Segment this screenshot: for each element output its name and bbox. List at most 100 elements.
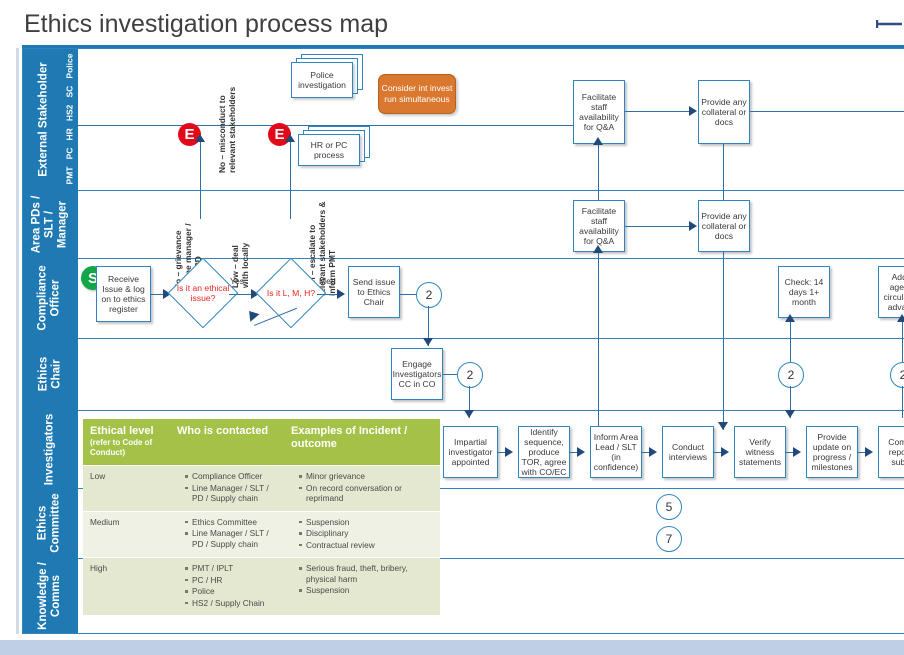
arrow-conn2b-down bbox=[464, 410, 474, 418]
connector-2-ethics-chair-label: 2 bbox=[466, 368, 474, 382]
facilitate-staff-mid-label: Facilitate staff availability for Q&A bbox=[579, 206, 619, 246]
ethical-level-table: Ethical level (refer to Code of Conduct)… bbox=[83, 419, 440, 615]
lane-body-external-stakeholder bbox=[78, 48, 904, 190]
check-14-days-node[interactable]: Check: 14 days 1+ month bbox=[778, 266, 830, 318]
lane-label-ethics-chair: Ethics Chair bbox=[22, 338, 78, 410]
cell-examples-high: Serious fraud, theft, bribery, physical … bbox=[284, 557, 440, 615]
sublabel-hs2: HS2 bbox=[64, 104, 75, 122]
add-to-agenda-label: Add to agenda circulate in advance bbox=[883, 272, 904, 312]
arrow-conduct-to-verify bbox=[721, 447, 729, 457]
connector-7-ethics-committee[interactable]: 7 bbox=[656, 526, 682, 552]
arrow-ident-to-inform bbox=[577, 447, 585, 457]
table-header-ethical-level-note: (refer to Code of Conduct) bbox=[90, 438, 153, 457]
escalate-marker-2-label: E bbox=[274, 126, 285, 143]
sublabel-pmt: PMT bbox=[64, 166, 75, 185]
table-header-examples: Examples of Incident / outcome bbox=[284, 419, 440, 466]
lane-label-compliance-officer: Compliance Officer bbox=[22, 258, 78, 338]
cell-level-low: Low bbox=[83, 465, 170, 511]
list-item: PMT / IPLT bbox=[185, 563, 279, 574]
sublabel-police: Police bbox=[64, 53, 75, 79]
line-top-in bbox=[78, 125, 573, 127]
impartial-investigator-node[interactable]: Impartial investigator appointed bbox=[443, 426, 498, 478]
list-item: Line Manager / SLT / PD / Supply chain bbox=[185, 483, 279, 504]
receive-issue-node[interactable]: Receive Issue & log on to ethics registe… bbox=[96, 266, 151, 322]
cell-contacted-medium: Ethics Committee Line Manager / SLT / PD… bbox=[170, 510, 284, 558]
lane-label-investigators: Investigators bbox=[22, 410, 78, 488]
arrow-conn2-check-down bbox=[785, 410, 795, 418]
line-prov-top-out bbox=[750, 111, 904, 113]
lane-label-knowledge-comms-text: Knowledge / Comms bbox=[37, 562, 63, 630]
arrow-conn2-to-engage bbox=[423, 338, 433, 346]
arrow-escalate-2 bbox=[285, 134, 295, 142]
line-fac-to-prov-mid bbox=[625, 226, 689, 228]
cell-contacted-low: Compliance Officer Line Manager / SLT / … bbox=[170, 465, 284, 511]
conduct-interviews-node[interactable]: Conduct interviews bbox=[662, 426, 714, 478]
lane-label-external-stakeholder-text: External Stakeholder bbox=[37, 61, 50, 177]
arrow-imp-to-ident bbox=[505, 447, 513, 457]
provide-update-node[interactable]: Provide update on progress / milestones bbox=[806, 426, 858, 478]
arrow-escalate-1 bbox=[195, 134, 205, 142]
cell-examples-low: Minor grievance On record conversation o… bbox=[284, 465, 440, 511]
list-item: HS2 / Supply Chain bbox=[185, 598, 279, 609]
table-header-who-contacted-text: Who is contacted bbox=[177, 425, 269, 437]
connector-2-check[interactable]: 2 bbox=[778, 362, 804, 388]
verify-witness-label: Verify witness statements bbox=[738, 437, 782, 467]
add-to-agenda-node[interactable]: Add to agenda circulate in advance bbox=[878, 266, 904, 318]
page-title: Ethics investigation process map bbox=[24, 10, 389, 38]
arrow-verify-to-update bbox=[793, 447, 801, 457]
line-fac-to-prov-top bbox=[625, 111, 689, 113]
connector-2-compliance-label: 2 bbox=[425, 288, 433, 302]
check-14-days-label: Check: 14 days 1+ month bbox=[784, 277, 824, 307]
line-conn2-check-up bbox=[790, 318, 792, 362]
lane-label-investigators-text: Investigators bbox=[43, 413, 56, 485]
consider-int-invest-callout[interactable]: Consider int invest run simultaneous bbox=[378, 74, 456, 114]
cell-level-medium: Medium bbox=[83, 510, 170, 558]
connector-2-agenda-label: 2 bbox=[899, 368, 904, 382]
line-riser-facilitate bbox=[598, 252, 600, 430]
arrow-lmh-to-send bbox=[337, 289, 345, 299]
lane-body-area: Police investigation Consider int invest… bbox=[78, 48, 904, 634]
facilitate-staff-top-node[interactable]: Facilitate staff availability for Q&A bbox=[573, 80, 625, 144]
line-prov-mid-down bbox=[723, 252, 725, 430]
identify-sequence-node[interactable]: Identify sequence, produce TOR, agree wi… bbox=[518, 426, 570, 478]
table-row-low: Low Compliance Officer Line Manager / SL… bbox=[83, 465, 440, 511]
hr-or-pc-process-doc[interactable]: HR or PC process bbox=[298, 126, 370, 168]
list-item: Disciplinary bbox=[299, 528, 435, 539]
provide-collateral-top-label: Provide any collateral or docs bbox=[701, 97, 747, 127]
inform-area-lead-node[interactable]: Inform Area Lead / SLT (in confidence) bbox=[590, 426, 642, 478]
provide-collateral-mid-node[interactable]: Provide any collateral or docs bbox=[698, 200, 750, 252]
lane-label-ethics-chair-text: Ethics Chair bbox=[36, 356, 62, 392]
line-conn2-agenda-up bbox=[902, 318, 904, 362]
provide-collateral-top-node[interactable]: Provide any collateral or docs bbox=[698, 80, 750, 144]
is-it-ethical-label: Is it an ethical issue? bbox=[176, 283, 230, 303]
engage-investigators-label: Engage Investigators CC in CO bbox=[392, 359, 442, 389]
cell-contacted-high: PMT / IPLT PC / HR Police HS2 / Supply C… bbox=[170, 557, 284, 615]
list-item: Compliance Officer bbox=[185, 471, 279, 482]
connector-2-compliance[interactable]: 2 bbox=[416, 282, 442, 308]
facilitate-staff-top-label: Facilitate staff availability for Q&A bbox=[579, 92, 619, 132]
table-header-who-contacted: Who is contacted bbox=[170, 419, 284, 466]
process-map-page: Ethics investigation process map Externa… bbox=[0, 0, 904, 655]
engage-investigators-node[interactable]: Engage Investigators CC in CO bbox=[391, 348, 443, 400]
compile-report-node[interactable]: Compile report & submit bbox=[878, 426, 904, 478]
list-item: Police bbox=[185, 586, 279, 597]
connector-5-ethics-committee[interactable]: 5 bbox=[656, 494, 682, 520]
line-escalate-2 bbox=[290, 141, 292, 219]
send-issue-node[interactable]: Send issue to Ethics Chair bbox=[348, 266, 400, 318]
escalate-marker-1-label: E bbox=[184, 126, 195, 143]
police-investigation-doc[interactable]: Police investigation bbox=[291, 54, 363, 98]
provide-collateral-mid-label: Provide any collateral or docs bbox=[701, 211, 747, 241]
hr-or-pc-process-label: HR or PC process bbox=[310, 140, 348, 160]
table-row-high: High PMT / IPLT PC / HR Police HS2 / Sup… bbox=[83, 557, 440, 615]
connector-2-ethics-chair[interactable]: 2 bbox=[457, 362, 483, 388]
sublabel-pc: PC bbox=[64, 147, 75, 160]
lane-label-ethics-committee: Ethics Committee bbox=[22, 488, 78, 558]
verify-witness-node[interactable]: Verify witness statements bbox=[734, 426, 786, 478]
arrow-conn2-agenda-up bbox=[897, 314, 904, 322]
list-item: Contractual review bbox=[299, 540, 435, 551]
line-prov-top-down bbox=[723, 144, 725, 200]
list-item: PC / HR bbox=[185, 575, 279, 586]
diagram-left-edge bbox=[16, 48, 19, 634]
lane-sublabels-external-stakeholder: PMT PC HR HS2 SC Police bbox=[61, 48, 77, 190]
line-escalate-1 bbox=[200, 141, 202, 219]
